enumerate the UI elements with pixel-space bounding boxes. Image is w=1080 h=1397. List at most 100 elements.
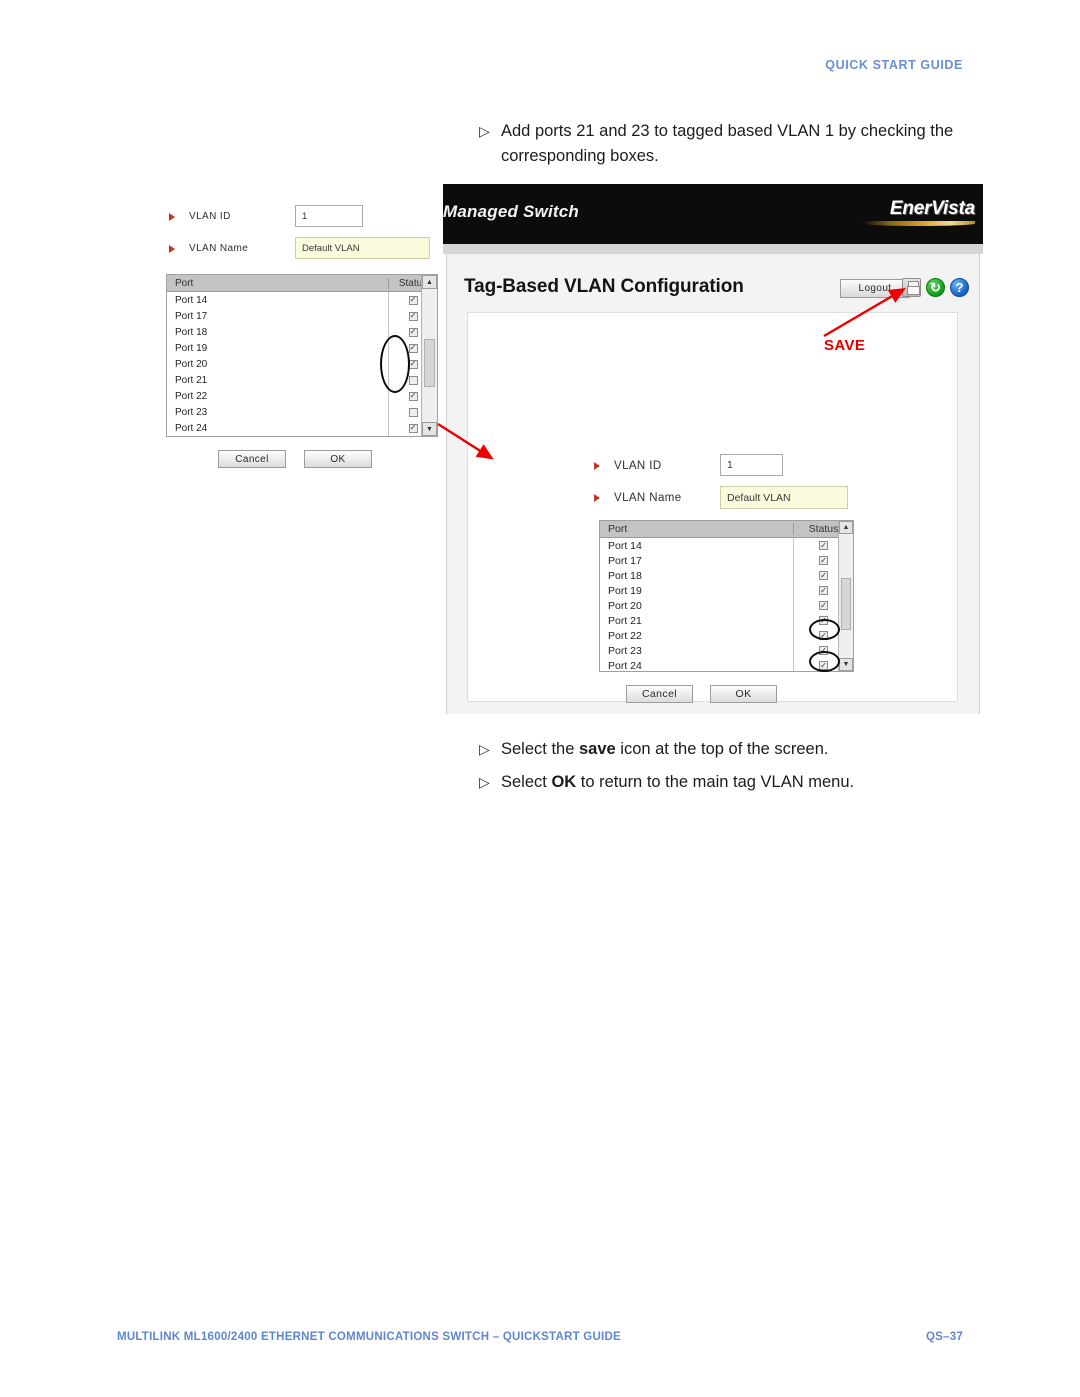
big-vlan-id-value: 1 bbox=[727, 459, 733, 471]
table-row: Port 20 bbox=[167, 356, 437, 372]
triangle-marker-icon bbox=[169, 212, 181, 221]
big-button-row: Cancel OK bbox=[626, 685, 777, 703]
big-vlan-id-input[interactable]: 1 bbox=[720, 454, 783, 476]
help-icon[interactable]: ? bbox=[950, 278, 969, 297]
status-checkbox[interactable] bbox=[819, 556, 828, 565]
table-row: Port 21 bbox=[600, 613, 853, 628]
status-checkbox[interactable] bbox=[408, 295, 418, 305]
instruction-text-post: to return to the main tag VLAN menu. bbox=[576, 773, 855, 791]
table-row: Port 19 bbox=[600, 583, 853, 598]
scroll-up-arrow-icon[interactable]: ▲ bbox=[422, 275, 437, 289]
port-name-cell: Port 23 bbox=[608, 644, 642, 657]
small-vlan-name-label: VLAN Name bbox=[189, 243, 249, 254]
table-row: Port 17 bbox=[600, 553, 853, 568]
status-checkbox[interactable] bbox=[819, 586, 828, 595]
enervista-swoosh-icon bbox=[863, 221, 975, 226]
big-vlan-id-label-row: VLAN ID bbox=[594, 460, 662, 472]
small-vlan-name-input[interactable]: Default VLAN bbox=[295, 237, 430, 259]
big-vlan-name-label-row: VLAN Name bbox=[594, 492, 682, 504]
big-ok-button[interactable]: OK bbox=[710, 685, 777, 703]
instruction-item: ▷ Select OK to return to the main tag VL… bbox=[479, 770, 854, 795]
status-checkbox[interactable] bbox=[819, 631, 828, 640]
refresh-icon[interactable]: ↻ bbox=[926, 278, 945, 297]
port-name-cell: Port 24 bbox=[175, 422, 208, 434]
logout-button[interactable]: Logout bbox=[840, 279, 910, 298]
small-vlan-id-input[interactable]: 1 bbox=[295, 205, 363, 227]
scroll-thumb[interactable] bbox=[424, 339, 435, 387]
big-col-port: Port bbox=[608, 523, 628, 535]
table-row: Port 23 bbox=[167, 404, 437, 420]
port-name-cell: Port 21 bbox=[175, 374, 208, 386]
triangle-marker-icon bbox=[594, 494, 606, 502]
status-checkbox[interactable] bbox=[819, 541, 828, 550]
scroll-up-arrow-icon[interactable]: ▲ bbox=[839, 521, 853, 534]
instruction-list-top: ▷ Add ports 21 and 23 to tagged based VL… bbox=[479, 119, 971, 169]
vlan-form-panel: VLAN ID 1 VLAN Name Default VLAN Port St… bbox=[467, 312, 958, 703]
status-checkbox[interactable] bbox=[408, 359, 418, 369]
status-checkbox[interactable] bbox=[408, 391, 418, 401]
port-name-cell: Port 14 bbox=[175, 294, 208, 306]
status-checkbox[interactable] bbox=[408, 375, 418, 385]
status-checkbox[interactable] bbox=[408, 327, 418, 337]
port-name-cell: Port 20 bbox=[608, 599, 642, 612]
big-vlan-name-label: VLAN Name bbox=[614, 492, 682, 504]
triangle-marker-icon bbox=[594, 462, 606, 470]
table-row: Port 19 bbox=[167, 340, 437, 356]
triangle-bullet-icon: ▷ bbox=[479, 741, 490, 757]
table-row: Port 23 bbox=[600, 643, 853, 658]
status-checkbox[interactable] bbox=[408, 423, 418, 433]
status-checkbox[interactable] bbox=[819, 571, 828, 580]
big-vlan-name-value: Default VLAN bbox=[727, 491, 791, 504]
big-port-table: Port Status Port 14 Port 17 Port 18 Port 19… bbox=[599, 520, 854, 672]
small-cancel-button[interactable]: Cancel bbox=[218, 450, 286, 468]
big-port-table-header: Port Status bbox=[600, 521, 853, 538]
port-name-cell: Port 21 bbox=[608, 614, 642, 627]
big-cancel-button[interactable]: Cancel bbox=[626, 685, 693, 703]
status-checkbox[interactable] bbox=[408, 311, 418, 321]
instruction-item: ▷ Select the save icon at the top of the… bbox=[479, 737, 854, 762]
instruction-text-post: icon at the top of the screen. bbox=[615, 740, 829, 758]
small-port-rows: Port 14 Port 17 Port 18 Port 19 Port 20 Port … bbox=[167, 292, 437, 436]
small-col-port: Port bbox=[175, 277, 194, 289]
enervista-logo: EnerVista bbox=[863, 198, 975, 226]
scroll-down-arrow-icon[interactable]: ▼ bbox=[839, 658, 853, 671]
scroll-down-arrow-icon[interactable]: ▼ bbox=[422, 422, 437, 436]
small-table-scrollbar[interactable]: ▲ ▼ bbox=[421, 275, 437, 436]
port-name-cell: Port 19 bbox=[608, 584, 642, 597]
port-name-cell: Port 17 bbox=[608, 554, 642, 567]
instruction-text: Select OK to return to the main tag VLAN… bbox=[501, 770, 854, 795]
small-vlan-name-value: Default VLAN bbox=[302, 242, 360, 254]
instruction-item: ▷ Add ports 21 and 23 to tagged based VL… bbox=[479, 119, 971, 169]
scroll-thumb[interactable] bbox=[841, 578, 851, 630]
big-vlan-name-input[interactable]: Default VLAN bbox=[720, 486, 848, 509]
table-row: Port 18 bbox=[167, 324, 437, 340]
status-checkbox[interactable] bbox=[819, 601, 828, 610]
table-row: Port 24 bbox=[600, 658, 853, 671]
footer-left-text: MULTILINK ML1600/2400 ETHERNET COMMUNICA… bbox=[117, 1331, 621, 1343]
page-header-label: QUICK START GUIDE bbox=[825, 58, 963, 72]
toolbar-icons: ↻ ? bbox=[902, 278, 969, 297]
status-checkbox[interactable] bbox=[408, 343, 418, 353]
table-row: Port 24 bbox=[167, 420, 437, 436]
switch-header-bar: Managed Switch EnerVista bbox=[443, 184, 983, 244]
instruction-text-bold: save bbox=[578, 740, 616, 758]
status-checkbox[interactable] bbox=[408, 407, 418, 417]
small-vlan-name-label-row: VLAN Name bbox=[169, 243, 248, 254]
page-title: Tag-Based VLAN Configuration bbox=[464, 276, 744, 297]
small-vlan-id-label-row: VLAN ID bbox=[169, 211, 231, 222]
big-table-scrollbar[interactable]: ▲ ▼ bbox=[838, 521, 853, 671]
save-icon[interactable] bbox=[902, 278, 921, 297]
status-checkbox[interactable] bbox=[819, 646, 828, 655]
big-vlan-id-label: VLAN ID bbox=[614, 460, 662, 472]
small-vlan-screenshot: VLAN ID 1 VLAN Name Default VLAN Port St… bbox=[166, 202, 438, 484]
instruction-text-pre: Select bbox=[501, 773, 552, 791]
header-gray-strip bbox=[443, 244, 983, 254]
small-port-table-header: Port Status bbox=[167, 275, 437, 292]
instruction-text-pre: Select the bbox=[501, 740, 579, 758]
status-checkbox[interactable] bbox=[819, 661, 828, 670]
small-ok-button[interactable]: OK bbox=[304, 450, 372, 468]
table-row: Port 17 bbox=[167, 308, 437, 324]
status-checkbox[interactable] bbox=[819, 616, 828, 625]
small-port-table: Port Status Port 14 Port 17 Port 18 Port 19… bbox=[166, 274, 438, 437]
table-row: Port 14 bbox=[167, 292, 437, 308]
